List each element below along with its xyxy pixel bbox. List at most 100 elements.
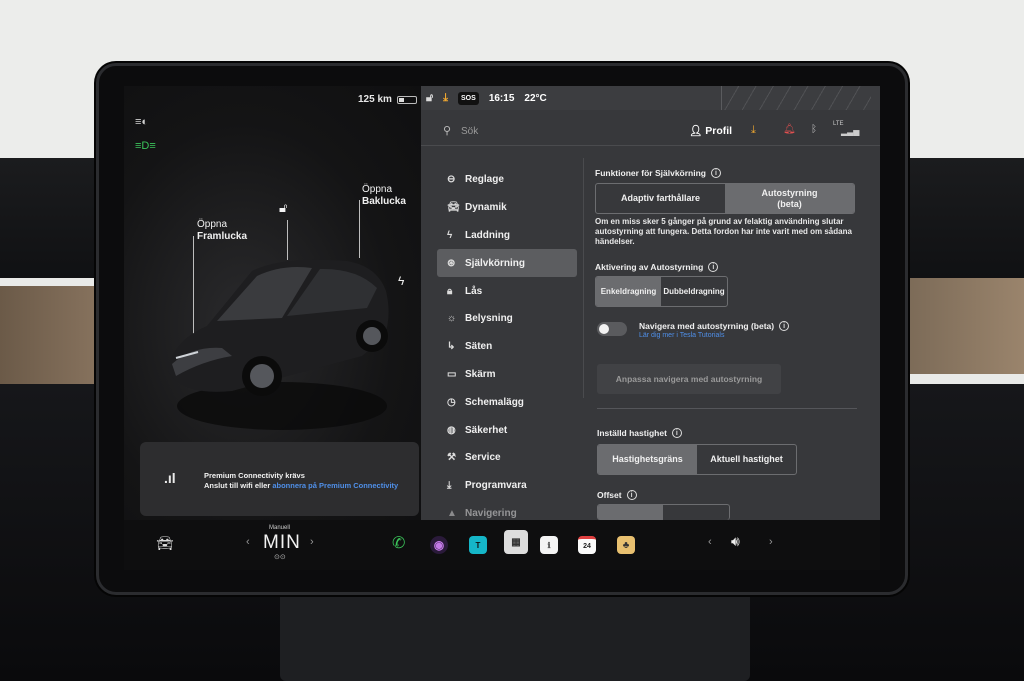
car-icon[interactable]: 🚘︎	[156, 535, 174, 552]
autopilot-mode-selector: Adaptiv farthållare Autostyrning (beta)	[595, 183, 855, 214]
autosteer-label-1: Autostyrning	[761, 187, 818, 198]
nav-item-las[interactable]: 🔒︎ Lås	[437, 277, 577, 305]
chevron-right-icon[interactable]: ›	[310, 536, 314, 548]
taskbar: 🚘︎ ‹ Manuell MIN ⊙⊙ › ✆ ◉ T ▦ ℹ 24 ♣ ‹ 🔊…	[124, 520, 880, 570]
drive-mode-small: Manuell	[269, 525, 291, 531]
nav-item-laddning[interactable]: ϟ Laddning	[437, 222, 577, 250]
drive-mode[interactable]: MIN	[263, 532, 301, 554]
nav-label: Service	[465, 452, 501, 464]
current-speed-option[interactable]: Aktuell hastighet	[697, 445, 796, 474]
auto-headlight-icon[interactable]: ≡D≡	[135, 140, 156, 152]
info-icon[interactable]: i	[626, 490, 637, 500]
car-icon: 🚘︎	[447, 202, 460, 214]
games-icon[interactable]: ♣	[617, 536, 635, 554]
seat-icon: ↳	[447, 341, 456, 353]
nav-label: Dynamik	[465, 202, 507, 214]
info-icon[interactable]: i	[671, 428, 682, 438]
connectivity-message: Anslut till wifi eller abonnera på Premi…	[204, 481, 398, 490]
offset-option-2[interactable]	[663, 505, 729, 520]
nav-label: Programvara	[465, 480, 527, 492]
nav-label: Laddning	[465, 229, 510, 241]
front-trunk-button[interactable]: Öppna Framlucka	[197, 219, 247, 243]
toybox-icon[interactable]: T	[469, 536, 487, 554]
headlight-icon[interactable]: ≡◐	[135, 116, 148, 128]
nav-item-dynamik[interactable]: 🚘︎ Dynamik	[437, 194, 577, 222]
nav-on-autopilot-toggle[interactable]	[597, 322, 627, 336]
subscribe-link[interactable]: abonnera på Premium Connectivity	[272, 481, 398, 490]
strike-warning-text: Om en miss sker 5 gånger på grund av fel…	[595, 217, 852, 246]
camera-icon[interactable]: ◉	[430, 536, 448, 554]
customize-nav-button[interactable]: Anpassa navigera med autostyrning	[597, 364, 781, 394]
nav-label: Säkerhet	[465, 424, 508, 436]
fan-icon: ⊙⊙	[274, 554, 286, 561]
sos-button[interactable]: SOS	[458, 92, 479, 105]
settings-nav: ⊖ Reglage 🚘︎ Dynamik ϟ Laddning ⊛ Självkörni…	[437, 166, 577, 527]
battery-icon	[396, 95, 417, 104]
info-icon[interactable]: i	[710, 168, 721, 178]
autosteer-label-2: (beta)	[777, 198, 802, 209]
screen-icon: ▭	[447, 368, 457, 380]
nav-label: Belysning	[465, 313, 513, 325]
app-launcher-icon[interactable]: ▦	[504, 530, 528, 554]
volume-down-chevron-icon[interactable]: ‹	[708, 536, 712, 548]
connectivity-card[interactable]: .ıl Premium Connectivity krävs Anslut ti…	[140, 442, 419, 516]
volume-up-chevron-icon[interactable]: ›	[769, 536, 773, 548]
nav-item-sakerhet[interactable]: ◍ Säkerhet	[437, 416, 577, 444]
offset-selector	[597, 504, 730, 520]
nav-label: Navigering	[465, 507, 517, 519]
single-pull-option[interactable]: Enkeldragning	[596, 277, 661, 306]
unlock-icon[interactable]: 🔓︎	[279, 200, 287, 216]
notification-bell-icon[interactable]: 🔔︎	[783, 124, 796, 135]
offset-option-1[interactable]	[598, 505, 663, 520]
nav-label: Schemalägg	[465, 396, 524, 408]
nav-item-service[interactable]: ⚒ Service	[437, 444, 577, 472]
navigation-icon: ▲	[447, 507, 457, 519]
speed-mode-selector: Hastighetsgräns Aktuell hastighet	[597, 444, 797, 475]
speed-title-text: Inställd hastighet	[597, 428, 667, 438]
tutorials-link[interactable]: Lär dig mer i Tesla Tutorials	[639, 332, 724, 339]
toggle-icon: ⊖	[447, 174, 456, 186]
nav-item-belysning[interactable]: ☼ Belysning	[437, 305, 577, 333]
nav-label: Säten	[465, 341, 493, 353]
double-pull-option[interactable]: Dubbeldragning	[661, 277, 727, 306]
offset-title-text: Offset	[597, 490, 622, 500]
nav-item-schemalagg[interactable]: ◷ Schemalägg	[437, 388, 577, 416]
software-update-icon[interactable]: ⤓	[751, 124, 756, 137]
nav-item-saten[interactable]: ↳ Säten	[437, 333, 577, 361]
manual-icon[interactable]: ℹ	[540, 536, 558, 554]
touchscreen: 125 km ≡◐ ≡D≡ Öppna Framlucka 🔓︎ Öppna B…	[124, 86, 880, 570]
info-icon[interactable]: i	[708, 262, 719, 272]
volume-icon[interactable]: 🔊︎	[731, 533, 740, 550]
nav-on-autopilot-title: Navigera med autostyrning (beta) i	[639, 321, 790, 331]
bluetooth-icon[interactable]: ᛒ	[811, 124, 817, 135]
person-icon: 👤︎	[689, 125, 703, 137]
steering-wheel-icon: ⊛	[447, 257, 456, 269]
nav-item-reglage[interactable]: ⊖ Reglage	[437, 166, 577, 194]
search-input[interactable]	[461, 123, 641, 139]
settings-header: ⚲ 👤︎ Profil ⤓ 🔔︎ ᛒ LTE ▂▃▅	[421, 116, 880, 146]
download-icon: ⤓	[447, 480, 452, 492]
calendar-icon[interactable]: 24	[578, 536, 596, 554]
info-icon[interactable]: i	[779, 321, 790, 331]
download-icon[interactable]: ⤓	[443, 92, 448, 105]
chevron-left-icon[interactable]: ‹	[246, 536, 250, 548]
speed-limit-option[interactable]: Hastighetsgräns	[598, 445, 697, 474]
nav-label: Skärm	[465, 368, 496, 380]
range-value: 125 km	[358, 94, 392, 105]
nav-item-sjalvkorning[interactable]: ⊛ Självkörning	[437, 249, 577, 278]
nav-item-programvara[interactable]: ⤓ Programvara	[437, 472, 577, 500]
nav-item-skarm[interactable]: ▭ Skärm	[437, 361, 577, 389]
autosteer-option[interactable]: Autostyrning (beta)	[725, 184, 854, 213]
rear-trunk-button[interactable]: Öppna Baklucka	[362, 184, 406, 208]
profile-button[interactable]: 👤︎ Profil	[689, 124, 732, 137]
phone-icon[interactable]: ✆	[392, 533, 405, 553]
no-signal-icon: .ıl	[164, 470, 176, 486]
unlocked-icon[interactable]: 🔓︎	[426, 92, 433, 105]
connectivity-title: Premium Connectivity krävs	[204, 471, 305, 480]
adaptive-cruise-option[interactable]: Adaptiv farthållare	[596, 184, 725, 213]
shield-icon: ◍	[447, 424, 456, 436]
current-speed-label: Aktuell hastighet	[710, 454, 783, 464]
speed-limit-label: Hastighetsgräns	[612, 454, 683, 464]
car-model-image	[168, 259, 389, 430]
nav-on-autopilot-label: Navigera med autostyrning (beta)	[639, 321, 775, 331]
